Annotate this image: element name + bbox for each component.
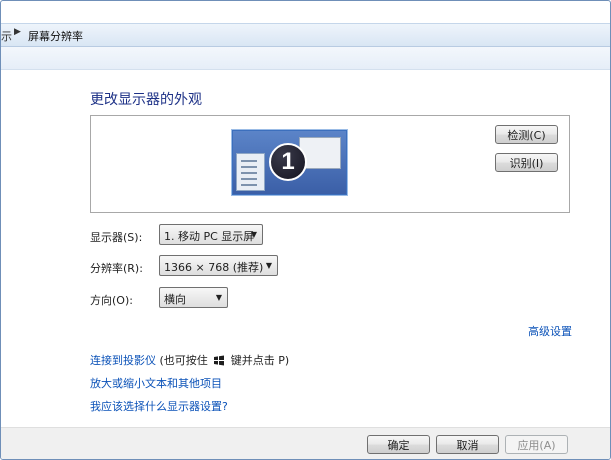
connect-projector-link[interactable]: 连接到投影仪 [90,354,156,367]
display-select-value: 1. 移动 PC 显示屏 [164,230,255,243]
cancel-button[interactable]: 取消 [436,435,499,454]
text-size-link[interactable]: 放大或缩小文本和其他项目 [90,375,222,391]
detect-button[interactable]: 检测(C) [495,125,558,144]
toolbar [1,47,610,70]
advanced-settings-link[interactable]: 高级设置 [528,323,572,339]
display-label: 显示器(S): [90,231,143,244]
resolution-select-value: 1366 × 768 (推荐) [164,261,264,274]
monitor-1-preview[interactable]: 1 [232,130,347,195]
breadcrumb-arrow-icon[interactable]: ▶ [14,27,21,37]
orientation-label: 方向(O): [90,294,133,307]
page-title: 更改显示器的外观 [90,92,202,108]
projector-hint-prefix: (也可按住 [156,354,212,367]
projector-row: 连接到投影仪 (也可按住 键并点击 P) [90,352,289,368]
display-select[interactable]: 1. 移动 PC 显示屏 ▼ [159,224,263,245]
chevron-down-icon: ▼ [250,230,257,239]
windows-logo-icon [214,355,225,366]
resolution-label: 分辨率(R): [90,262,143,275]
identify-button[interactable]: 识别(I) [495,153,558,172]
chevron-down-icon: ▼ [215,293,222,302]
address-bar: 示 ▶ 屏幕分辨率 [1,23,610,47]
screen-resolution-window: 示 ▶ 屏幕分辨率 更改显示器的外观 1 检测(C) 识别(I) 显示器(S):… [0,0,611,460]
which-settings-link[interactable]: 我应该选择什么显示器设置? [90,398,228,414]
breadcrumb-prev[interactable]: 示 [1,28,12,44]
monitor-number-badge: 1 [269,143,307,181]
orientation-select-value: 横向 [164,293,186,306]
desktop-window-icon [236,153,265,191]
orientation-select[interactable]: 横向 ▼ [159,287,228,308]
ok-button[interactable]: 确定 [367,435,430,454]
resolution-select[interactable]: 1366 × 768 (推荐) ▼ [159,255,278,276]
apply-button: 应用(A) [505,435,568,454]
projector-hint-suffix: 键并点击 P) [227,354,290,367]
breadcrumb-current[interactable]: 屏幕分辨率 [28,28,83,44]
chevron-down-icon: ▼ [265,261,272,270]
